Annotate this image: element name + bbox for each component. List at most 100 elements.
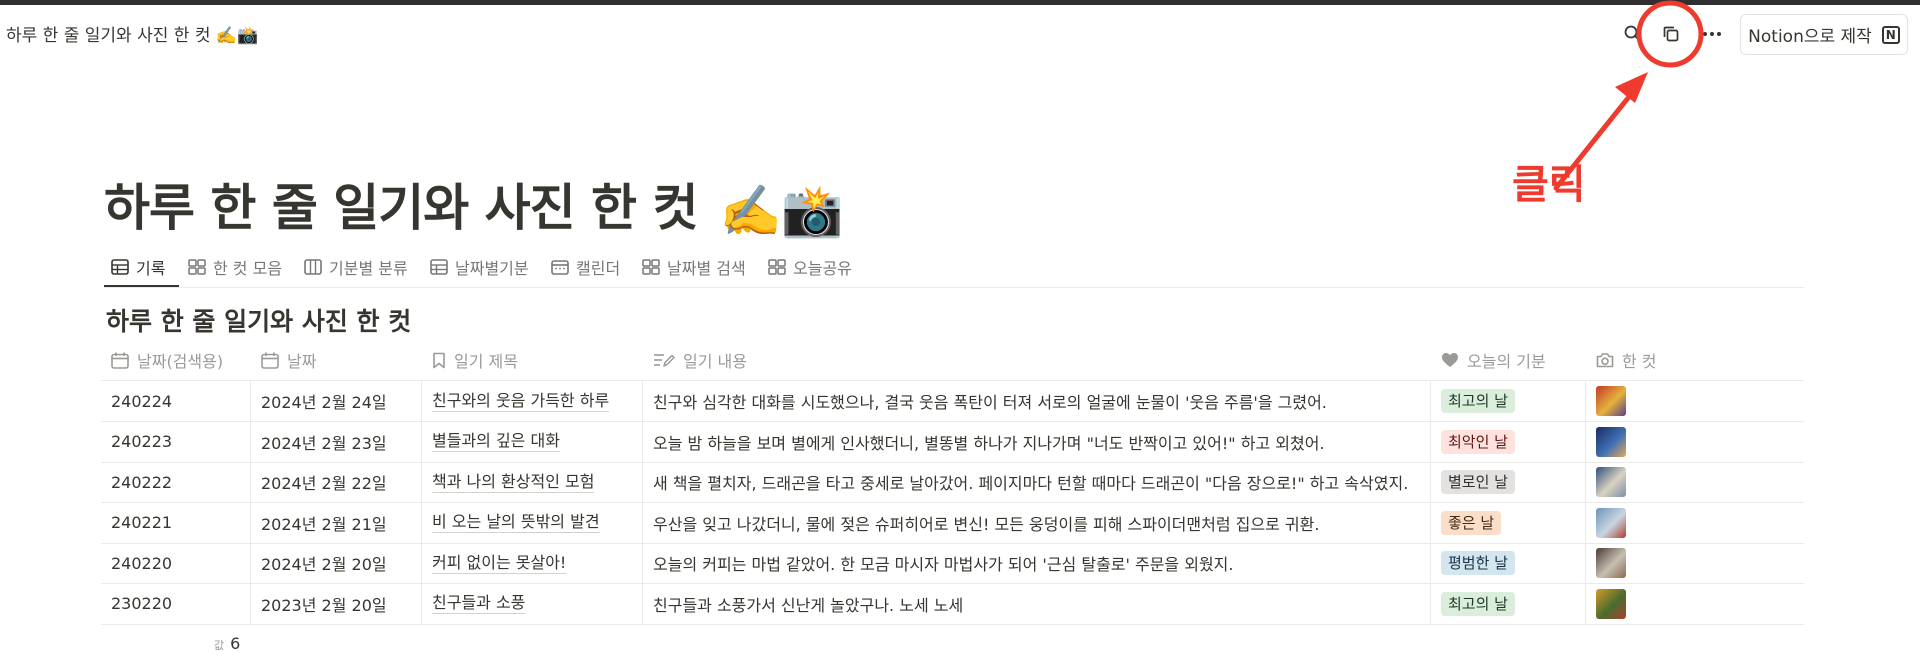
column-header-photo[interactable]: 한 컷	[1586, 339, 1804, 381]
cell-mood[interactable]: 별로인 날	[1431, 462, 1586, 502]
database-title[interactable]: 하루 한 줄 일기와 사진 한 컷	[106, 302, 411, 338]
table-row[interactable]: 240221 2024년 2월 21일 비 오는 날의 뜻밖의 발견 우산을 잊고 나…	[101, 502, 1804, 544]
tab-gallery[interactable]: 한 컷 모음	[188, 252, 282, 282]
photo-thumbnail[interactable]	[1596, 386, 1626, 416]
table-row[interactable]: 240224 2024년 2월 24일 친구와의 웃음 가득한 하루 친구와 심각한 …	[101, 381, 1804, 422]
cell-date[interactable]: 2024년 2월 20일	[251, 543, 422, 583]
page-title-text: 하루 한 줄 일기와 사진 한 컷	[104, 179, 698, 237]
cell-content[interactable]: 우산을 잊고 나갔더니, 물에 젖은 슈퍼히어로 변신! 모든 웅덩이를 피해 …	[643, 502, 1431, 543]
calendar-icon	[551, 260, 569, 275]
column-header-label: 날짜(검색용)	[137, 352, 224, 371]
duplicate-icon[interactable]	[1656, 19, 1686, 49]
tab-label: 기록	[136, 259, 166, 278]
mood-tag: 좋은 날	[1441, 510, 1502, 535]
cell-search-date[interactable]: 240221	[101, 502, 251, 543]
notion-logo-icon: N	[1881, 25, 1900, 44]
cell-content[interactable]: 새 책을 펼치자, 드래곤을 타고 중세로 날아갔어. 페이지마다 턴할 때마다…	[643, 462, 1431, 502]
tab-label: 캘린더	[576, 259, 621, 278]
cell-photo[interactable]	[1586, 422, 1804, 462]
cell-mood[interactable]: 평범한 날	[1431, 543, 1586, 583]
photo-thumbnail[interactable]	[1596, 467, 1626, 497]
tab-records[interactable]: 기록	[111, 252, 165, 282]
cell-date[interactable]: 2024년 2월 23일	[251, 421, 422, 462]
entry-title-link[interactable]: 책과 나의 환상적인 모험	[432, 472, 595, 493]
cell-photo[interactable]	[1586, 462, 1804, 502]
column-header-label: 날짜	[287, 352, 317, 371]
column-header-mood[interactable]: 오늘의 기분	[1431, 339, 1586, 381]
column-header-label: 오늘의 기분	[1467, 352, 1546, 371]
tab-today-share[interactable]: 오늘공유	[768, 252, 852, 282]
gallery-icon	[642, 259, 660, 275]
made-with-notion-button[interactable]: Notion으로 제작 N	[1740, 14, 1908, 55]
row-count-label: 값	[214, 639, 225, 652]
entry-title-link[interactable]: 비 오는 날의 뜻밖의 발견	[432, 512, 600, 533]
column-header-content[interactable]: 일기 내용	[643, 339, 1431, 381]
cell-title[interactable]: 별들과의 깊은 대화	[422, 421, 643, 462]
cell-photo[interactable]	[1586, 381, 1804, 421]
mood-tag: 최고의 날	[1441, 591, 1515, 616]
cell-mood[interactable]: 최고의 날	[1431, 381, 1586, 421]
cell-photo[interactable]	[1586, 584, 1804, 624]
mood-tag: 최고의 날	[1441, 389, 1515, 413]
cell-content[interactable]: 친구와 심각한 대화를 시도했으나, 결국 웃음 폭탄이 터져 서로의 얼굴에 …	[643, 381, 1431, 421]
table-row[interactable]: 230220 2023년 2월 20일 친구들과 소풍 친구들과 소풍가서 신난게 놀…	[101, 583, 1804, 625]
cell-search-date[interactable]: 240224	[101, 381, 251, 421]
column-header-search-date[interactable]: 날짜(검색용)	[101, 339, 251, 381]
cell-title[interactable]: 친구들과 소풍	[422, 583, 643, 624]
entry-title-link[interactable]: 친구들과 소풍	[432, 593, 526, 614]
cell-date[interactable]: 2024년 2월 24일	[251, 381, 422, 421]
photo-thumbnail[interactable]	[1596, 588, 1626, 619]
entry-title-link[interactable]: 친구와의 웃음 가득한 하루	[432, 391, 610, 412]
table-row[interactable]: 240223 2024년 2월 23일 별들과의 깊은 대화 오늘 밤 하늘을 보며 …	[101, 421, 1804, 463]
cell-mood[interactable]: 최악인 날	[1431, 421, 1586, 462]
annotation-click-label: 클릭	[1512, 162, 1586, 208]
photo-thumbnail[interactable]	[1596, 426, 1626, 457]
calendar-icon	[261, 352, 279, 369]
cell-content[interactable]: 오늘 밤 하늘을 보며 별에게 인사했더니, 별똥별 하나가 지나가며 "너도 …	[643, 421, 1431, 462]
tab-label: 오늘공유	[793, 259, 852, 278]
tab-mood-board[interactable]: 기분별 분류	[304, 252, 408, 282]
heart-icon	[1442, 353, 1458, 367]
tab-label: 날짜별기분	[455, 259, 529, 278]
search-icon[interactable]	[1618, 19, 1648, 49]
tab-date-search[interactable]: 날짜별 검색	[642, 252, 746, 282]
mood-tag: 별로인 날	[1441, 470, 1515, 494]
cell-title[interactable]: 친구와의 웃음 가득한 하루	[422, 381, 643, 421]
cell-date[interactable]: 2024년 2월 21일	[251, 502, 422, 543]
cell-title[interactable]: 커피 없이는 못살아!	[422, 543, 643, 583]
entry-title-link[interactable]: 커피 없이는 못살아!	[432, 553, 567, 574]
cell-photo[interactable]	[1586, 543, 1804, 583]
entry-title-link[interactable]: 별들과의 깊은 대화	[432, 431, 560, 452]
cell-date[interactable]: 2023년 2월 20일	[251, 583, 422, 624]
cell-mood[interactable]: 최고의 날	[1431, 583, 1586, 624]
cell-content[interactable]: 친구들과 소풍가서 신난게 놀았구나. 노세 노세	[643, 583, 1431, 624]
row-count[interactable]: 값 6	[214, 634, 240, 653]
column-header-date[interactable]: 날짜	[251, 339, 422, 381]
cell-date[interactable]: 2024년 2월 22일	[251, 462, 422, 502]
table-row[interactable]: 240222 2024년 2월 22일 책과 나의 환상적인 모험 새 책을 펼치자,…	[101, 462, 1804, 503]
mood-tag: 최악인 날	[1441, 429, 1515, 454]
column-header-title[interactable]: 일기 제목	[422, 339, 643, 381]
photo-thumbnail[interactable]	[1596, 548, 1626, 578]
cell-content[interactable]: 오늘의 커피는 마법 같았어. 한 모금 마시자 마법사가 되어 '근심 탈출로…	[643, 543, 1431, 583]
table-icon	[430, 259, 448, 275]
cell-search-date[interactable]: 230220	[101, 583, 251, 624]
camera-icon	[1596, 353, 1614, 368]
cell-mood[interactable]: 좋은 날	[1431, 502, 1586, 543]
tab-mood-by-date[interactable]: 날짜별기분	[430, 252, 529, 282]
cell-search-date[interactable]: 240223	[101, 421, 251, 462]
table-row[interactable]: 240220 2024년 2월 20일 커피 없이는 못살아! 오늘의 커피는 마법 …	[101, 543, 1804, 584]
more-options-icon[interactable]	[1697, 19, 1727, 49]
cell-title[interactable]: 책과 나의 환상적인 모험	[422, 462, 643, 502]
gallery-icon	[188, 259, 206, 275]
made-with-notion-label: Notion으로 제작	[1748, 27, 1872, 47]
cell-search-date[interactable]: 240222	[101, 462, 251, 502]
photo-thumbnail[interactable]	[1596, 507, 1626, 538]
cell-title[interactable]: 비 오는 날의 뜻밖의 발견	[422, 502, 643, 543]
board-icon	[304, 259, 322, 275]
cell-search-date[interactable]: 240220	[101, 543, 251, 583]
page-breadcrumb[interactable]: 하루 한 줄 일기와 사진 한 컷 ✍️📸	[6, 21, 258, 46]
row-count-value: 6	[230, 634, 241, 653]
tab-calendar[interactable]: 캘린더	[551, 252, 620, 282]
cell-photo[interactable]	[1586, 503, 1804, 543]
